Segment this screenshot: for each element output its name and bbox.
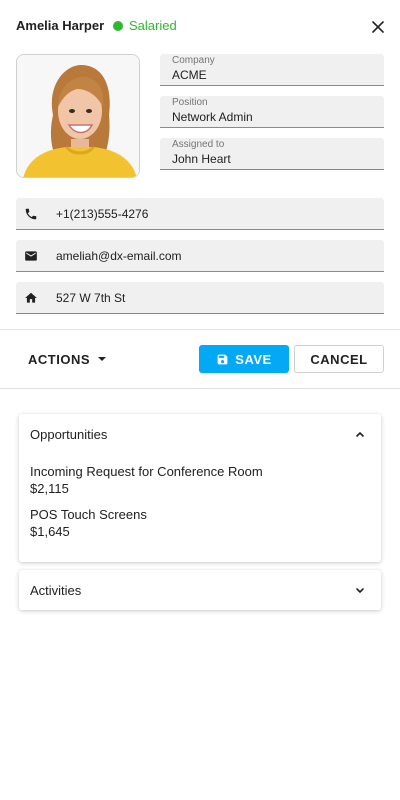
avatar [16,54,140,178]
activities-panel: Activities [19,570,381,610]
opportunity-amount: $2,115 [30,481,69,496]
save-icon [217,354,228,364]
opportunity-name: POS Touch Screens [30,507,147,522]
company-field[interactable]: Company ACME [160,54,384,86]
position-label: Position [172,97,208,108]
address-value: 527 W 7th St [56,290,126,305]
home-icon [24,291,38,305]
opportunities-header[interactable]: Opportunities [19,414,381,454]
caret-down-icon [98,357,106,361]
email-field[interactable]: ameliah@dx-email.com [16,240,384,272]
list-item[interactable]: POS Touch Screens $1,645 [30,506,147,540]
company-label: Company [172,55,215,66]
actions-label: ACTIONS [28,351,90,367]
close-icon [372,21,384,33]
assigned-to-value: John Heart [172,152,231,166]
divider [0,329,400,330]
save-label: SAVE [235,351,272,367]
status-dot-icon [113,21,123,31]
opportunity-name: Incoming Request for Conference Room [30,464,263,479]
assigned-to-label: Assigned to [172,139,225,150]
company-value: ACME [172,68,207,82]
phone-value: +1(213)555-4276 [56,206,149,221]
close-button[interactable] [368,17,388,37]
opportunities-title: Opportunities [30,427,108,442]
phone-icon [24,207,38,221]
activities-title: Activities [30,583,82,598]
status-text: Salaried [129,18,177,33]
position-field[interactable]: Position Network Admin [160,96,384,128]
divider [0,388,400,389]
address-field[interactable]: 527 W 7th St [16,282,384,314]
card-header: Amelia Harper Salaried [0,0,400,54]
contact-name: Amelia Harper [16,18,105,33]
status-badge: Salaried [113,18,177,34]
activities-header[interactable]: Activities [19,570,381,610]
actions-dropdown-button[interactable]: ACTIONS [16,345,118,373]
list-item[interactable]: Incoming Request for Conference Room $2,… [30,463,263,497]
cancel-button[interactable]: CANCEL [294,345,384,373]
chevron-up-icon[interactable] [354,428,366,440]
cancel-label: CANCEL [310,351,368,367]
assigned-to-field[interactable]: Assigned to John Heart [160,138,384,170]
opportunities-panel: Opportunities Incoming Request for Confe… [19,414,381,562]
chevron-down-icon[interactable] [354,584,366,596]
position-value: Network Admin [172,110,253,124]
email-value: ameliah@dx-email.com [56,248,182,263]
phone-field[interactable]: +1(213)555-4276 [16,198,384,230]
email-icon [24,249,38,263]
save-button[interactable]: SAVE [199,345,289,373]
opportunity-amount: $1,645 [30,524,70,539]
